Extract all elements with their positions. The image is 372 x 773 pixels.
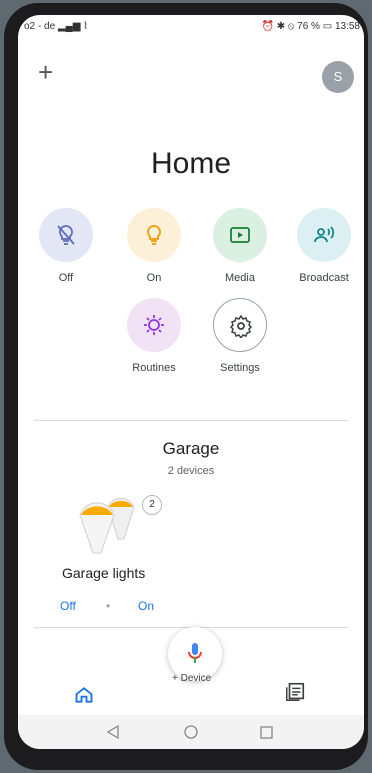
back-triangle [106,724,119,740]
home-tab[interactable] [74,685,94,710]
home-circle [184,725,198,739]
status-bar: o2 - de ▂▄▆ ⌇ ⏰ ✱ ⦸ 76 % ▭ 13:58 [18,15,364,39]
lights-off-button[interactable]: Off [60,599,76,613]
action-settings-circle [213,298,267,352]
home-icon [75,687,93,703]
room-title: Garage [162,439,220,458]
action-off[interactable]: Off [26,208,106,284]
system-home-icon[interactable] [184,725,198,744]
device-name[interactable]: Garage lights [62,565,145,581]
action-broadcast-label: Broadcast [299,272,349,284]
action-off-circle [39,208,93,262]
gear-icon [229,314,253,338]
action-on[interactable]: On [114,208,194,284]
add-device-caption[interactable]: + Device [172,673,211,684]
lights-on-button[interactable]: On [138,599,154,613]
back-icon[interactable] [106,724,120,744]
recents-icon[interactable] [260,726,273,744]
action-broadcast-circle [297,208,351,262]
action-media[interactable]: Media [200,208,280,284]
action-on-label: On [146,272,162,284]
recents-square [260,726,273,739]
action-routines-label: Routines [132,362,176,374]
battery-percent: 76 % [297,21,320,32]
carrier-text: o2 - de ▂▄▆ ⌇ [24,21,89,32]
routines-icon [144,315,164,335]
device-count-badge: 2 [142,495,162,515]
page-title: Home [150,147,232,180]
action-broadcast[interactable]: Broadcast [284,208,364,284]
carrier-label: o2 - de [24,21,56,32]
clock: 13:58 [334,21,360,32]
action-settings[interactable]: Settings [200,298,280,374]
screen: o2 - de ▂▄▆ ⌇ ⏰ ✱ ⦸ 76 % ▭ 13:58 + S Hom… [18,15,364,749]
mic-icon [188,643,202,663]
action-routines-circle [127,298,181,352]
divider [34,420,348,421]
action-media-label: Media [225,272,255,284]
separator-dot: • [106,599,111,613]
action-routines[interactable]: Routines [114,298,194,374]
action-off-label: Off [58,272,74,284]
feed-tab[interactable] [284,681,306,708]
status-right: ⏰ ✱ ⦸ 76 % ▭ 13:58 [261,21,360,32]
play-icon [230,227,250,243]
light-off-icon [57,225,75,245]
feed-icon [286,682,305,701]
action-settings-label: Settings [220,362,260,374]
broadcast-icon [314,226,335,243]
action-media-circle [213,208,267,262]
add-icon[interactable]: + [38,59,53,85]
system-navigation-bar [18,715,364,749]
room-device-count: 2 devices [167,465,215,477]
avatar[interactable]: S [322,61,354,93]
phone-frame: o2 - de ▂▄▆ ⌇ ⏰ ✱ ⦸ 76 % ▭ 13:58 + S Hom… [4,3,368,770]
action-on-circle [127,208,181,262]
lightbulb-icon [147,225,161,245]
